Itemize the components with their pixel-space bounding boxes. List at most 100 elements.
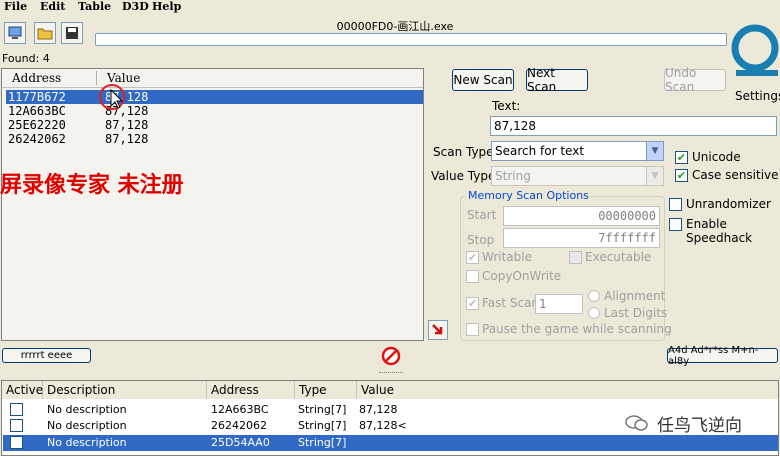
stop-icon <box>381 346 401 366</box>
cheat-engine-logo-icon <box>731 24 779 76</box>
row-description: No description <box>47 436 127 449</box>
result-address: 1177B672 <box>8 90 66 104</box>
row-value: 87,128 <box>359 403 398 416</box>
scan-value-input[interactable]: 87,128 <box>490 116 777 136</box>
active-checkbox[interactable] <box>10 419 23 432</box>
result-row[interactable]: 26242062 87,128 <box>6 132 423 146</box>
alignment-label: Alignment <box>604 289 666 303</box>
row-address: 25D54AA0 <box>211 436 270 449</box>
copyonwrite-checkbox[interactable] <box>466 270 479 283</box>
active-checkbox[interactable] <box>10 403 23 416</box>
folder-icon <box>37 28 53 40</box>
open-process-button[interactable] <box>4 22 26 44</box>
wechat-icon <box>625 415 648 431</box>
result-row[interactable]: 25E62220 87,128 <box>6 118 423 132</box>
col-value[interactable]: Value <box>357 381 778 399</box>
value-type-label: Value Type <box>431 169 496 183</box>
start-address-input[interactable]: 00000000 <box>503 206 660 226</box>
value-type-select[interactable]: String ▼ <box>491 166 664 186</box>
header-divider <box>2 87 423 88</box>
next-scan-button[interactable]: Next Scan <box>526 66 588 94</box>
add-to-list-button[interactable] <box>428 320 448 340</box>
scan-type-value: Search for text <box>495 144 585 158</box>
memory-scan-options-title: Memory Scan Options <box>466 189 591 202</box>
col-active[interactable]: Active <box>2 381 43 399</box>
row-description: No description <box>47 403 127 416</box>
cursor-highlight-icon <box>99 84 125 110</box>
result-value: 87,128 <box>105 118 149 132</box>
row-type: String[7] <box>298 403 347 416</box>
speedhack-label: Enable Speedhack <box>686 217 753 245</box>
window-title: 00000FD0-画江山.exe <box>336 20 454 33</box>
unrandomizer-label: Unrandomizer <box>686 197 771 211</box>
result-value: 87,128 <box>105 132 149 146</box>
row-description: No description <box>47 419 127 432</box>
menu-bar: File Edit Table D3D Help <box>0 0 780 16</box>
value-type-value: String <box>495 169 531 183</box>
menu-help[interactable]: Help <box>152 0 181 13</box>
alignment-radio[interactable] <box>588 290 600 302</box>
col-description[interactable]: Description <box>43 381 207 399</box>
active-checkbox[interactable] <box>10 436 23 449</box>
copyonwrite-label: CopyOnWrite <box>482 269 562 283</box>
unicode-checkbox[interactable]: ✔ <box>675 151 688 164</box>
col-address[interactable]: Address <box>207 381 295 399</box>
fast-scan-input[interactable]: 1 <box>535 294 583 314</box>
wechat-watermark: 任鸟飞逆向 <box>625 412 775 436</box>
row-type: String[7] <box>298 419 347 432</box>
save-button[interactable] <box>61 22 83 44</box>
row-address: 26242062 <box>211 419 267 432</box>
chevron-down-icon: ▼ <box>646 142 663 160</box>
menu-table[interactable]: Table <box>78 0 111 13</box>
scan-results-list[interactable]: Address Value 1177B672 87,128 12A663BC 8… <box>1 68 424 341</box>
add-address-manually-button[interactable]: A4d Ad*r*ss M+n-al8y <box>667 345 778 367</box>
scan-type-label: Scan Type <box>433 145 494 159</box>
result-address: 12A663BC <box>8 104 66 118</box>
menu-edit[interactable]: Edit <box>40 0 65 13</box>
chevron-down-icon: ▼ <box>646 167 663 185</box>
stop-address-input[interactable]: 7fffffff <box>503 228 660 248</box>
computer-icon <box>8 26 22 39</box>
speedhack-checkbox[interactable] <box>669 218 682 231</box>
splitter-grip[interactable] <box>379 372 403 376</box>
case-sensitive-label: Case sensitive <box>692 168 779 182</box>
fast-scan-checkbox[interactable]: ✔ <box>466 297 479 310</box>
new-scan-button[interactable]: New Scan <box>452 69 514 91</box>
menu-file[interactable]: File <box>4 0 27 13</box>
text-label: Text: <box>492 99 521 113</box>
unrandomizer-checkbox[interactable] <box>669 198 682 211</box>
stop-label: Stop <box>467 233 495 247</box>
writable-label: Writable <box>482 250 532 264</box>
executable-checkbox[interactable] <box>569 251 582 264</box>
row-type: String[7] <box>298 436 347 449</box>
recorder-watermark: 屏录像专家 未注册 <box>0 172 184 198</box>
clear-list-button[interactable] <box>380 346 402 366</box>
results-header-address[interactable]: Address <box>12 69 61 87</box>
open-file-button[interactable] <box>34 22 56 44</box>
writable-checkbox[interactable]: ✔ <box>466 251 479 264</box>
save-icon <box>66 27 78 39</box>
last-digits-radio[interactable] <box>588 307 600 319</box>
undo-scan-button[interactable]: Undo Scan <box>664 66 726 94</box>
menu-d3d[interactable]: D3D <box>122 0 149 13</box>
result-row[interactable]: 1177B672 87,128 <box>6 90 423 104</box>
scan-progress-bar <box>95 33 727 46</box>
found-count: Found: 4 <box>2 52 50 65</box>
pause-game-checkbox[interactable] <box>466 323 479 336</box>
scan-type-select[interactable]: Search for text ▼ <box>491 141 664 161</box>
result-row[interactable]: 12A663BC 87,128 <box>6 104 423 118</box>
memory-view-button[interactable]: rrrrrt eeee <box>2 348 91 363</box>
result-address: 26242062 <box>8 132 66 146</box>
settings-label[interactable]: Settings <box>735 89 780 103</box>
executable-label: Executable <box>585 250 652 264</box>
arrow-down-right-icon <box>432 324 443 335</box>
row-value: 87,128< <box>359 419 407 432</box>
wechat-watermark-text: 任鸟飞逆向 <box>657 415 742 436</box>
start-label: Start <box>467 208 497 222</box>
case-sensitive-checkbox[interactable]: ✔ <box>675 169 688 182</box>
row-address: 12A663BC <box>211 403 269 416</box>
cheat-engine-logo[interactable] <box>728 22 780 86</box>
result-address: 25E62220 <box>8 118 66 132</box>
col-type[interactable]: Type <box>295 381 357 399</box>
table-row[interactable]: No description 25D54AA0 String[7] <box>3 435 778 451</box>
